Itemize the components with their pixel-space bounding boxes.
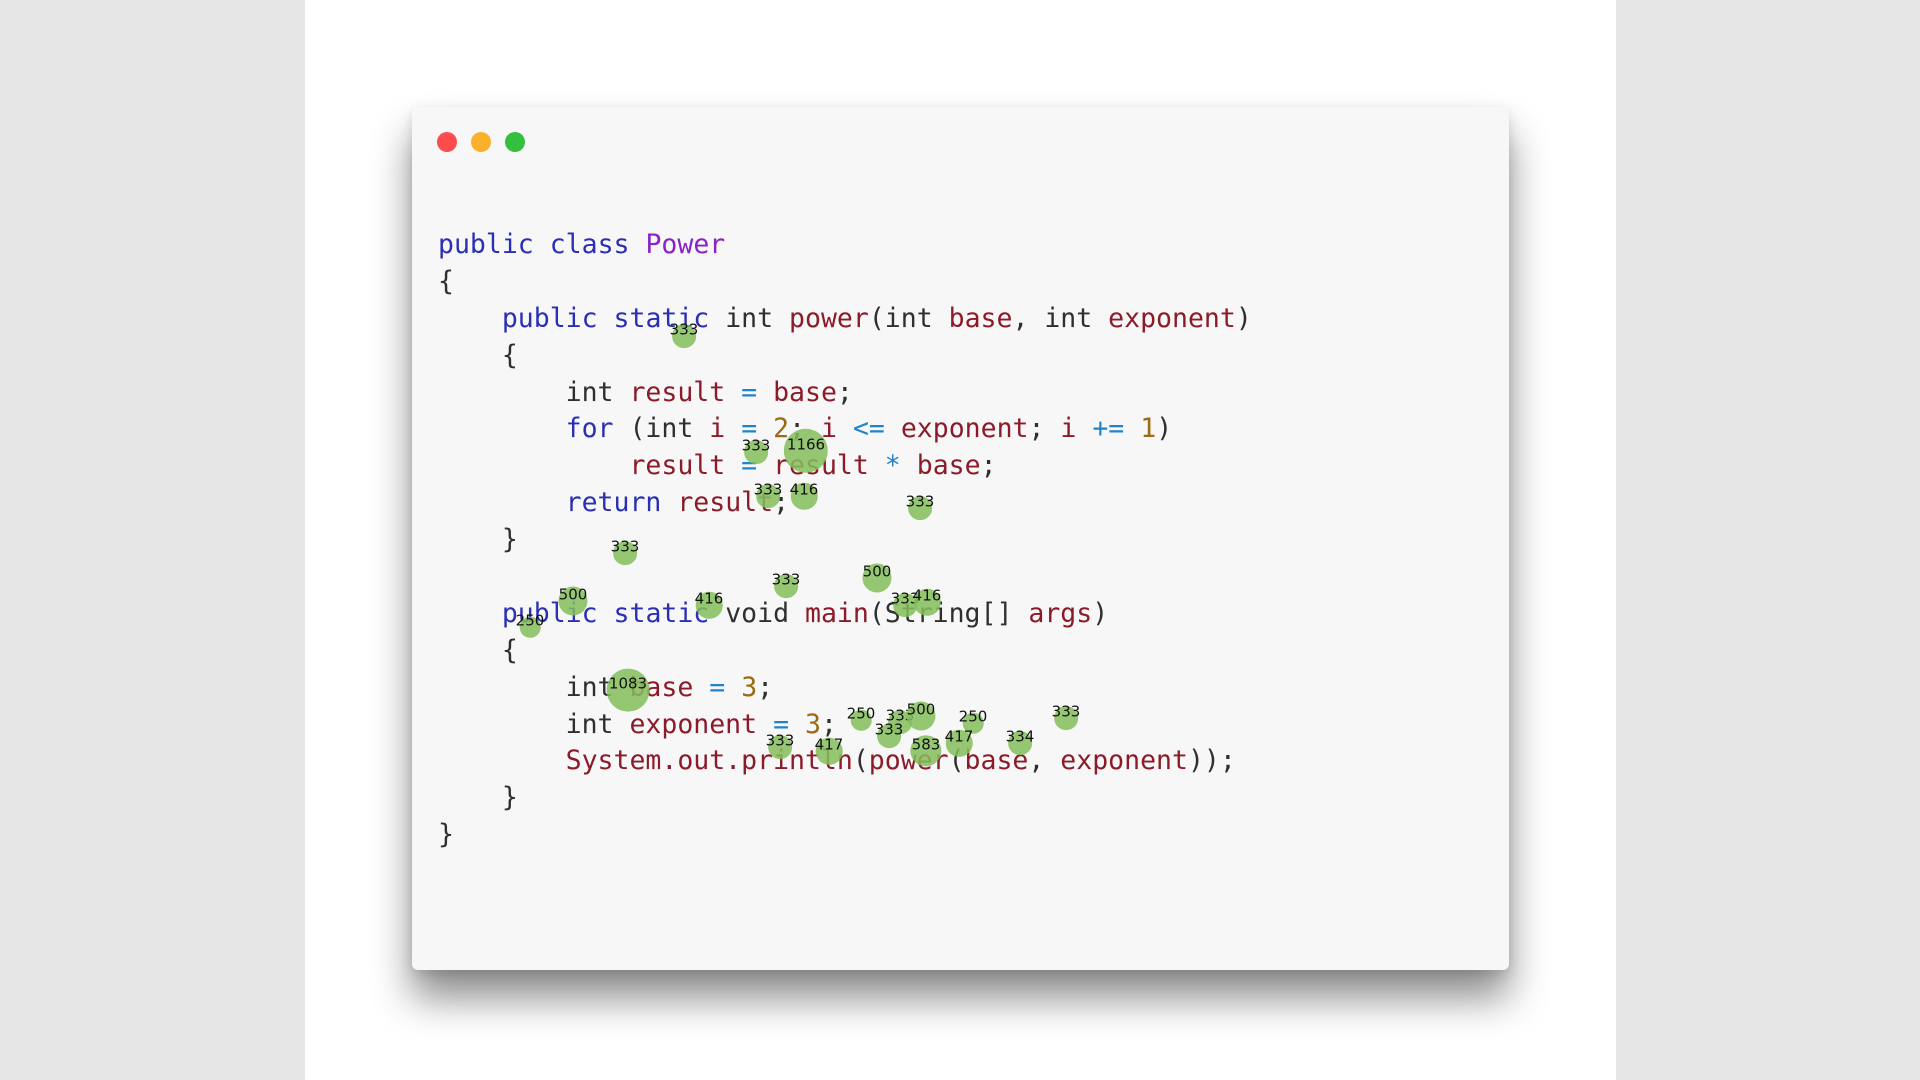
- code-line: {: [438, 634, 518, 666]
- fixation-duration-label: 417: [814, 735, 844, 754]
- fixation-duration-label: 500: [558, 585, 588, 604]
- fixation-duration-label: 333: [874, 720, 904, 739]
- code-line: int result = base;: [438, 376, 853, 408]
- minimize-button[interactable]: [471, 132, 491, 152]
- code-line: {: [438, 265, 454, 297]
- fixation-duration-label: 583: [911, 735, 941, 754]
- code-line: int exponent = 3;: [438, 708, 837, 740]
- code-line: }: [438, 524, 518, 556]
- code-line: return result;: [565, 487, 790, 519]
- fixation-duration-label: 333: [905, 492, 935, 511]
- fixation-duration-label: 500: [862, 562, 892, 581]
- maximize-button[interactable]: [505, 132, 525, 152]
- close-button[interactable]: [437, 132, 457, 152]
- fixation-duration-label: 1166: [786, 435, 826, 454]
- fixation-duration-label: 416: [912, 586, 942, 605]
- fixation-duration-label: 1083: [608, 674, 648, 693]
- code-line: result = result * base;: [629, 450, 997, 482]
- fixation-duration-label: 416: [694, 589, 724, 608]
- fixation-duration-label: 333: [771, 570, 801, 589]
- code-line: }: [438, 782, 518, 814]
- code-line: for (int i = 2; i <= exponent; i += 1): [565, 413, 1173, 445]
- fixation-duration-label: 333: [669, 320, 699, 339]
- code-line: {: [438, 339, 518, 371]
- fixation-duration-label: 333: [741, 436, 771, 455]
- fixation-duration-label: 333: [1051, 702, 1081, 721]
- fixation-duration-label: 250: [515, 611, 545, 630]
- fixation-duration-label: 333: [765, 731, 795, 750]
- code-line: public static int power(int base, int ex…: [501, 302, 1252, 334]
- fixation-duration-label: 334: [1005, 727, 1035, 746]
- fixation-duration-label: 416: [789, 480, 819, 499]
- code-line: int base = 3;: [438, 671, 774, 703]
- code-window: public class Power { public static int po…: [412, 107, 1509, 970]
- code-line: public class Power: [438, 229, 726, 260]
- fixation-duration-label: 333: [753, 480, 783, 499]
- code-block: public class Power { public static int po…: [438, 227, 1252, 854]
- code-line: System.out.println(power(base, exponent)…: [565, 745, 1236, 777]
- fixation-duration-label: 417: [944, 727, 974, 746]
- fixation-duration-label: 500: [906, 700, 936, 719]
- code-line: }: [438, 819, 454, 851]
- fixation-duration-label: 333: [610, 537, 640, 556]
- fixation-duration-label: 250: [958, 707, 988, 726]
- fixation-duration-label: 250: [846, 704, 876, 723]
